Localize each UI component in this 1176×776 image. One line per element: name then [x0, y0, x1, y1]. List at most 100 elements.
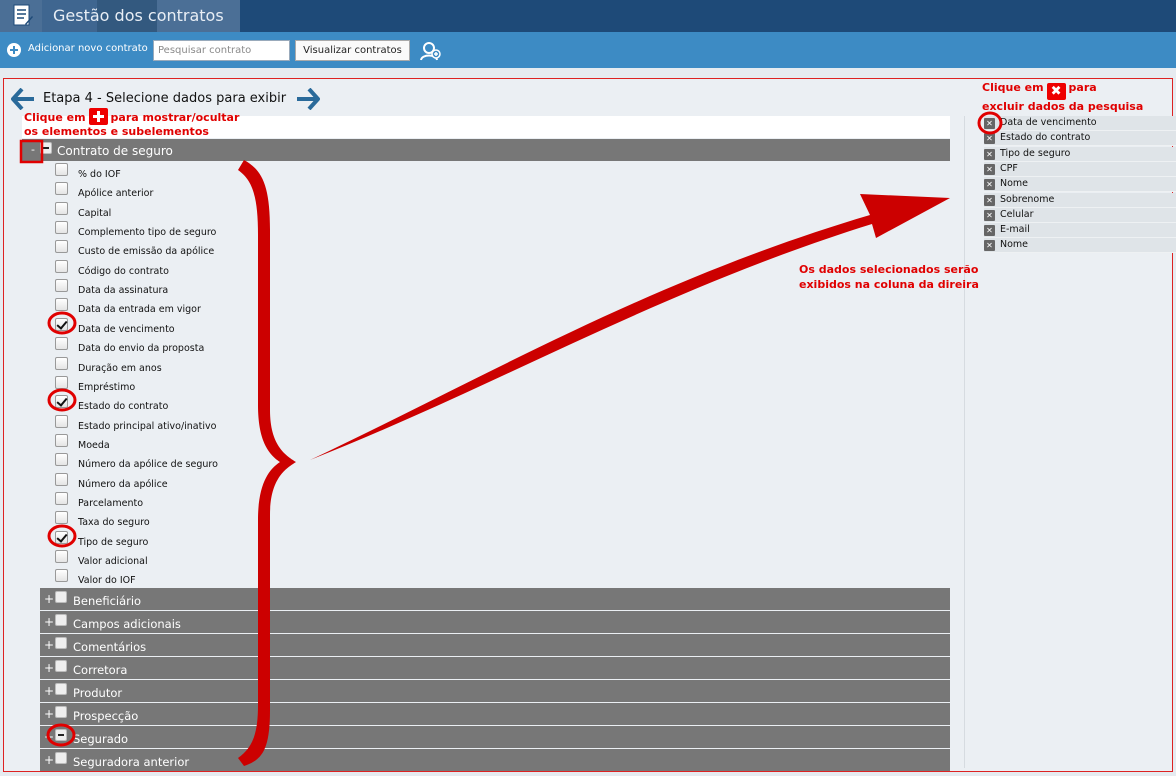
field-label: Data da entrada em vigor — [78, 304, 201, 316]
field-checkbox[interactable] — [55, 317, 68, 331]
expand-toggle[interactable]: + — [44, 753, 54, 767]
section-bar[interactable]: + Comentários — [40, 634, 950, 656]
expand-toggle[interactable]: + — [44, 730, 54, 744]
remove-icon[interactable]: ✕ — [984, 225, 995, 237]
field-checkbox[interactable] — [55, 491, 68, 505]
remove-hint-pre: Clique em — [982, 81, 1044, 94]
search-contract-input[interactable] — [153, 40, 290, 61]
remove-icon[interactable]: ✕ — [984, 148, 995, 160]
field-checkbox[interactable] — [55, 182, 68, 196]
field-checkbox[interactable] — [55, 201, 68, 215]
field-item[interactable]: Valor do IOF — [55, 569, 355, 588]
add-contract-link[interactable]: Adicionar novo contrato — [28, 43, 148, 54]
section-checkbox[interactable] — [55, 706, 67, 718]
field-item[interactable]: Código do contrato — [55, 259, 355, 279]
section-bar[interactable]: + Seguradora anterior — [40, 749, 950, 771]
field-checkbox[interactable] — [55, 356, 68, 370]
field-item[interactable]: Data da entrada em vigor — [55, 298, 355, 317]
add-icon[interactable] — [7, 43, 21, 57]
remove-icon[interactable]: ✕ — [984, 179, 995, 191]
user-search-icon[interactable] — [420, 41, 442, 61]
group-contrato-de-seguro[interactable]: - Contrato de seguro — [22, 139, 950, 161]
field-label: % do IOF — [78, 169, 121, 180]
field-item[interactable]: Número da apólice de seguro — [55, 453, 355, 472]
remove-icon[interactable]: ✕ — [984, 209, 995, 221]
field-item[interactable]: Número da apólice — [55, 472, 355, 492]
group-checkbox[interactable] — [40, 142, 52, 154]
section-bar[interactable]: + Beneficiário — [40, 588, 950, 610]
field-checkbox[interactable] — [55, 530, 68, 544]
section-bar[interactable]: + Prospecção — [40, 703, 950, 725]
field-checkbox[interactable] — [55, 550, 68, 563]
field-item[interactable]: Complemento tipo de seguro — [55, 221, 355, 240]
field-item[interactable]: Estado do contrato — [55, 395, 355, 414]
section-checkbox[interactable] — [55, 729, 67, 741]
remove-icon[interactable]: ✕ — [984, 163, 995, 175]
expand-toggle[interactable]: + — [44, 638, 54, 652]
app-title: Gestão dos contratos — [53, 6, 224, 25]
section-bar[interactable]: + Segurado — [40, 726, 950, 748]
section-label: Corretora — [73, 663, 128, 677]
field-checkbox[interactable] — [55, 511, 68, 525]
field-checkbox[interactable] — [55, 414, 68, 428]
field-item[interactable]: Custo de emissão da apólice — [55, 240, 355, 259]
field-checkbox[interactable] — [55, 259, 68, 273]
expand-toggle[interactable]: + — [44, 615, 54, 629]
section-bar[interactable]: + Campos adicionais — [40, 611, 950, 633]
field-checkbox[interactable] — [55, 298, 68, 312]
field-item[interactable]: Apólice anterior — [55, 182, 355, 201]
field-checkbox[interactable] — [55, 472, 68, 486]
remove-hint-line2: excluir dados da pesquisa — [982, 100, 1144, 113]
field-item[interactable]: Data de vencimento — [55, 317, 355, 337]
field-item[interactable]: % do IOF — [55, 163, 355, 182]
field-item[interactable]: Estado principal ativo/inativo — [55, 414, 355, 434]
arrow-left-icon[interactable] — [11, 88, 35, 110]
expand-toggle[interactable]: + — [44, 661, 54, 675]
field-label: Empréstimo — [78, 381, 136, 393]
remove-icon[interactable]: ✕ — [984, 133, 995, 145]
section-checkbox[interactable] — [55, 683, 67, 695]
field-checkbox[interactable] — [55, 240, 68, 254]
field-item[interactable]: Valor adicional — [55, 550, 355, 569]
field-checkbox[interactable] — [55, 163, 68, 176]
field-label: Valor do IOF — [78, 575, 136, 587]
section-checkbox[interactable] — [55, 660, 67, 672]
remove-icon[interactable]: ✕ — [984, 118, 995, 129]
field-checkbox[interactable] — [55, 221, 68, 235]
field-label: Taxa do seguro — [78, 517, 150, 529]
expand-toggle[interactable]: + — [44, 592, 54, 606]
selected-item: ✕ Sobrenome — [984, 192, 1176, 208]
expand-toggle[interactable]: + — [44, 707, 54, 721]
field-item[interactable]: Duração em anos — [55, 356, 355, 376]
section-label: Prospecção — [73, 709, 139, 723]
field-item[interactable]: Tipo de seguro — [55, 530, 355, 550]
field-checkbox[interactable] — [55, 337, 68, 351]
arrow-right-icon[interactable] — [296, 88, 320, 110]
field-item[interactable]: Data do envio da proposta — [55, 337, 355, 356]
field-item[interactable]: Parcelamento — [55, 491, 355, 511]
field-checkbox[interactable] — [55, 569, 68, 583]
contract-icon — [13, 4, 33, 26]
section-bar[interactable]: + Corretora — [40, 657, 950, 679]
field-item[interactable]: Data da assinatura — [55, 279, 355, 298]
remove-hint: Clique em ✖ para excluir dados da pesquisa — [982, 81, 1143, 114]
section-checkbox[interactable] — [55, 614, 67, 626]
section-checkbox[interactable] — [55, 752, 67, 764]
field-item[interactable]: Empréstimo — [55, 375, 355, 395]
field-checkbox[interactable] — [55, 375, 68, 389]
remove-icon[interactable]: ✕ — [984, 240, 995, 252]
field-item[interactable]: Moeda — [55, 433, 355, 453]
section-bar[interactable]: + Produtor — [40, 680, 950, 702]
field-item[interactable]: Capital — [55, 201, 355, 221]
section-checkbox[interactable] — [55, 591, 67, 603]
field-checkbox[interactable] — [55, 433, 68, 447]
section-checkbox[interactable] — [55, 637, 67, 649]
remove-icon[interactable]: ✕ — [984, 194, 995, 206]
field-checkbox[interactable] — [55, 395, 68, 409]
field-item[interactable]: Taxa do seguro — [55, 511, 355, 530]
field-checkbox[interactable] — [55, 279, 68, 293]
expand-toggle[interactable]: + — [44, 684, 54, 698]
field-checkbox[interactable] — [55, 453, 68, 467]
collapse-toggle[interactable]: - — [26, 143, 40, 157]
view-contracts-button[interactable]: Visualizar contratos — [295, 40, 410, 61]
